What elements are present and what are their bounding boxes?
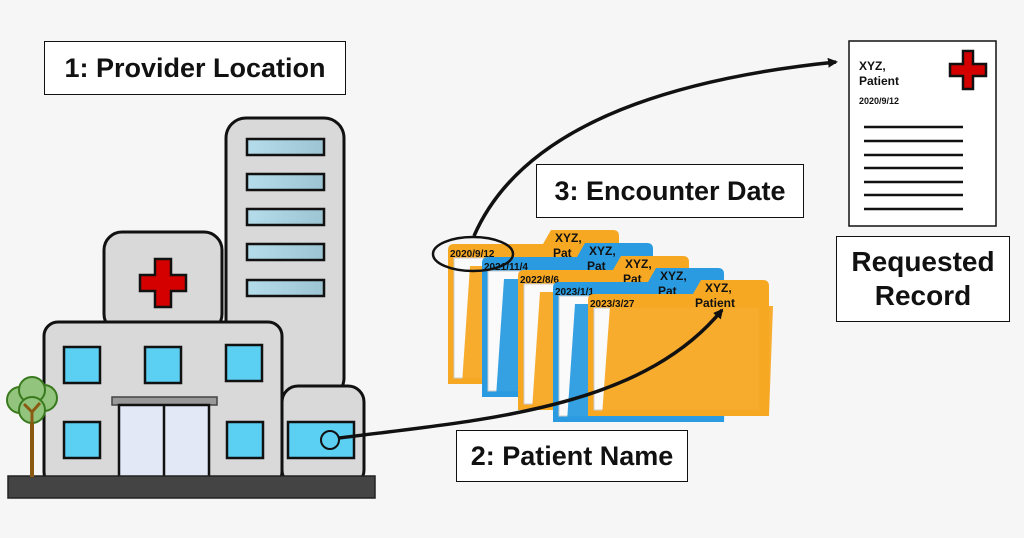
requested-record-label: Requested Record xyxy=(836,236,1010,322)
hospital-icon xyxy=(6,116,376,499)
folder-date: 2023/3/27 xyxy=(590,299,635,310)
folder-name-line1: XYZ, xyxy=(555,231,582,245)
folder-name-line1: XYZ, xyxy=(705,281,732,295)
folder-stack: 2020/9/12XYZ,Pat2021/11/4XYZ,Pat2022/8/6… xyxy=(448,230,773,422)
encounter-date-label: 3: Encounter Date xyxy=(536,164,804,218)
record-date: 2020/9/12 xyxy=(859,96,899,106)
folder-date: 2023/1/1 xyxy=(555,287,594,298)
folder-date: 2022/8/6 xyxy=(520,275,559,286)
requested-record-line1: Requested xyxy=(851,246,995,277)
folder-name-line2: Patient xyxy=(695,296,735,310)
record-name-line1: XYZ, xyxy=(859,59,886,73)
folder-name-line1: XYZ, xyxy=(589,244,616,258)
patient-name-label: 2: Patient Name xyxy=(456,430,688,482)
ground xyxy=(7,475,376,499)
folder-name-line1: XYZ, xyxy=(660,269,687,283)
record-document: XYZ, Patient 2020/9/12 xyxy=(848,40,997,227)
provider-location-label: 1: Provider Location xyxy=(44,41,346,95)
folder-name-line1: XYZ, xyxy=(625,257,652,271)
folder-front xyxy=(602,306,773,416)
record-name-line2: Patient xyxy=(859,74,899,88)
requested-record-line2: Record xyxy=(874,280,972,311)
